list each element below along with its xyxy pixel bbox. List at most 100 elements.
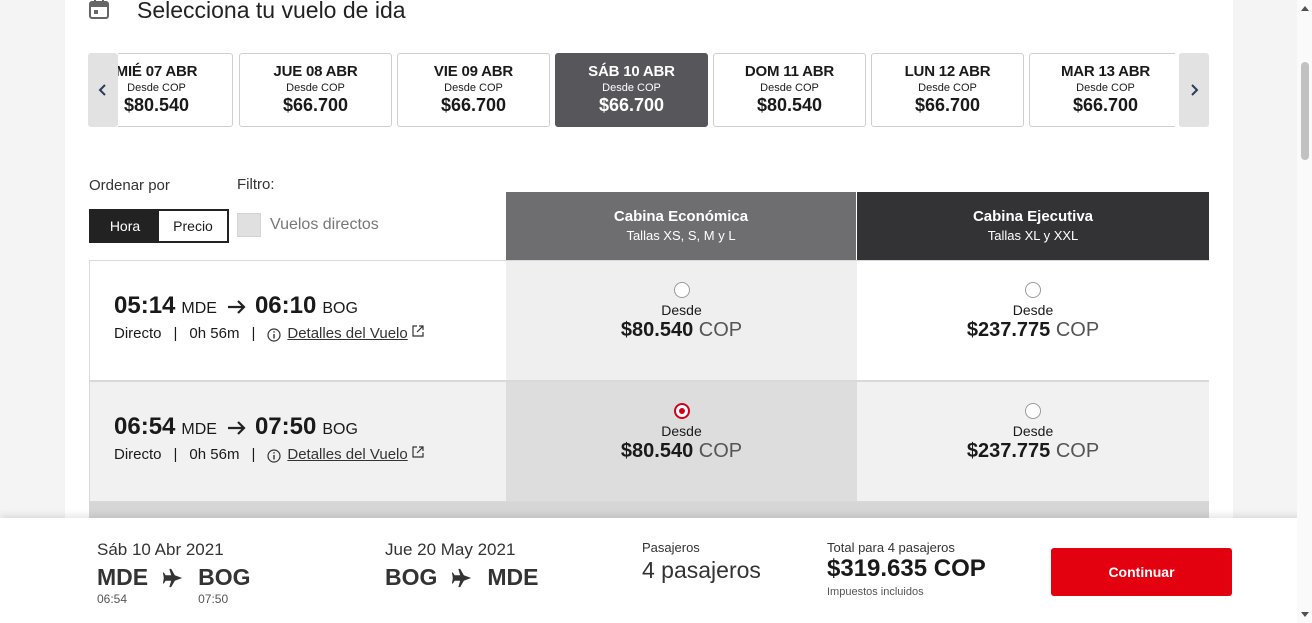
departure-time: 06:54 <box>97 592 128 606</box>
arrow-right-icon <box>227 300 246 314</box>
next-dates-button[interactable] <box>1179 53 1209 127</box>
fare-currency: COP <box>1055 440 1100 462</box>
return-leg-summary: Jue 20 May 2021 BOG MDE <box>385 540 539 591</box>
date-card[interactable]: VIE 09 ABR Desde COP $66.700 <box>397 53 550 127</box>
arrow-right-icon <box>227 421 246 435</box>
date-from-label: Desde COP <box>286 82 345 94</box>
arrival-airport: BOG <box>322 421 358 438</box>
arrival-time: 07:50 <box>198 592 229 606</box>
date-price: $80.540 <box>756 95 823 115</box>
leg-date: Jue 20 May 2021 <box>385 540 516 559</box>
arrival-airport: BOG <box>322 300 358 317</box>
info-icon <box>267 448 281 463</box>
cabin-subtitle: Tallas XL y XXL <box>987 228 1079 243</box>
arrival-time: 07:50 <box>254 413 317 440</box>
date-strip: MIÉ 07 ABR Desde COP $80.540 JUE 08 ABR … <box>118 53 1175 127</box>
date-price: $66.700 <box>598 95 665 115</box>
date-card-selected[interactable]: SÁB 10 ABR Desde COP $66.700 <box>555 53 708 127</box>
fare-radio-selected[interactable] <box>673 403 690 419</box>
fare-currency: COP <box>698 440 743 462</box>
fare-from-label: Desde <box>1012 302 1054 318</box>
date-label: VIE 09 ABR <box>433 63 514 80</box>
departure-time: 05:14 <box>114 292 176 319</box>
executive-fare-option[interactable]: Desde $237.775 COP <box>857 382 1209 501</box>
date-card[interactable]: JUE 08 ABR Desde COP $66.700 <box>239 53 392 127</box>
direct-flights-checkbox[interactable] <box>237 213 261 237</box>
cabin-subtitle: Tallas XS, S, M y L <box>626 228 736 243</box>
fare-amount: $80.540 <box>620 319 694 341</box>
economy-fare-option[interactable]: Desde $80.540 COP <box>506 261 857 380</box>
date-from-label: Desde COP <box>760 82 819 94</box>
passengers-label: Pasajeros <box>642 540 700 555</box>
taxes-note: Impuestos incluidos <box>827 586 924 598</box>
departure-time: 06:54 <box>114 413 176 440</box>
booking-summary-bar: Sáb 10 Abr 2021 MDE 06:54 BOG 07:50 Jue … <box>0 518 1312 623</box>
flight-type: Directo <box>114 325 162 342</box>
cabin-title: Cabina Ejecutiva <box>972 208 1094 225</box>
flight-duration: 0h 56m <box>189 446 240 463</box>
filter-label: Filtro: <box>237 176 275 193</box>
leg-route: BOG MDE <box>385 564 539 591</box>
date-label: SÁB 10 ABR <box>588 63 675 80</box>
destination-code: MDE <box>487 564 539 590</box>
page-title: Selecciona tu vuelo de ida <box>137 0 406 23</box>
date-price: $66.700 <box>282 95 349 115</box>
economy-cabin-header: Cabina Económica Tallas XS, S, M y L <box>506 192 856 260</box>
fare-radio[interactable] <box>1025 282 1041 298</box>
date-label: LUN 12 ABR <box>904 63 991 80</box>
leg-origin: MDE 06:54 <box>97 564 148 606</box>
date-label: MAR 13 ABR <box>1060 63 1151 80</box>
scrollbar-thumb[interactable] <box>1301 62 1309 160</box>
flight-times: 06:54 MDE 07:50 BOG <box>114 413 358 441</box>
fare-radio[interactable] <box>1025 403 1041 419</box>
flight-details-link[interactable]: Detalles del Vuelo <box>287 325 407 342</box>
executive-fare-option[interactable]: Desde $237.775 COP <box>857 261 1209 380</box>
total-price: $319.635 COP <box>827 555 986 582</box>
airplane-icon <box>163 568 183 588</box>
fare-radio[interactable] <box>673 282 690 298</box>
origin-code: BOG <box>385 564 438 590</box>
fare-from-label: Desde <box>661 423 702 439</box>
date-card[interactable]: LUN 12 ABR Desde COP $66.700 <box>871 53 1024 127</box>
destination-code: BOG <box>198 564 251 590</box>
flight-details-link[interactable]: Detalles del Vuelo <box>287 446 407 463</box>
date-from-label: Desde COP <box>444 82 503 94</box>
cabin-title: Cabina Económica <box>613 208 749 225</box>
fare-from-label: Desde <box>1012 423 1054 439</box>
arrival-time: 06:10 <box>254 292 317 319</box>
date-price: $80.540 <box>123 95 190 115</box>
separator: | <box>251 325 256 342</box>
date-price: $66.700 <box>1072 95 1139 115</box>
date-price: $66.700 <box>440 95 507 115</box>
flight-times: 05:14 MDE 06:10 BOG <box>114 292 358 320</box>
airplane-icon <box>452 568 472 588</box>
flight-type: Directo <box>114 446 162 463</box>
scroll-down-arrow[interactable] <box>1301 612 1309 617</box>
origin-code: MDE <box>97 564 149 590</box>
economy-fare-option[interactable]: Desde $80.540 COP <box>506 382 857 501</box>
sort-toggle: Hora Precio <box>89 209 229 243</box>
page-scrollbar[interactable] <box>1297 0 1312 623</box>
outbound-leg-summary: Sáb 10 Abr 2021 MDE 06:54 BOG 07:50 <box>97 540 251 606</box>
fare-price: $237.775 COP <box>857 319 1209 342</box>
leg-destination: BOG 07:50 <box>198 564 250 606</box>
continue-button[interactable]: Continuar <box>1051 548 1232 596</box>
flight-info: Directo | 0h 56m | Detalles del Vuelo <box>114 324 424 342</box>
flight-info: Directo | 0h 56m | Detalles del Vuelo <box>114 445 424 463</box>
sort-by-time-button[interactable]: Hora <box>91 211 159 241</box>
flight-row: 05:14 MDE 06:10 BOG Directo | 0h 56m | D… <box>89 260 1209 381</box>
prev-dates-button[interactable] <box>88 53 118 127</box>
flight-duration: 0h 56m <box>189 325 240 342</box>
sort-by-price-button[interactable]: Precio <box>159 211 227 241</box>
direct-flights-label[interactable]: Vuelos directos <box>270 216 379 234</box>
date-card[interactable]: MIÉ 07 ABR Desde COP $80.540 <box>118 53 233 127</box>
fare-amount: $237.775 <box>966 319 1051 341</box>
date-card[interactable]: DOM 11 ABR Desde COP $80.540 <box>713 53 866 127</box>
separator: | <box>251 446 256 463</box>
chevron-right-icon <box>1191 84 1199 96</box>
leg-route: MDE 06:54 BOG 07:50 <box>97 564 251 606</box>
date-card[interactable]: MAR 13 ABR Desde COP $66.700 <box>1029 53 1175 127</box>
date-label: DOM 11 ABR <box>744 63 835 80</box>
scroll-up-arrow[interactable] <box>1301 6 1309 11</box>
flight-row-selected: 06:54 MDE 07:50 BOG Directo | 0h 56m | D… <box>89 381 1209 502</box>
